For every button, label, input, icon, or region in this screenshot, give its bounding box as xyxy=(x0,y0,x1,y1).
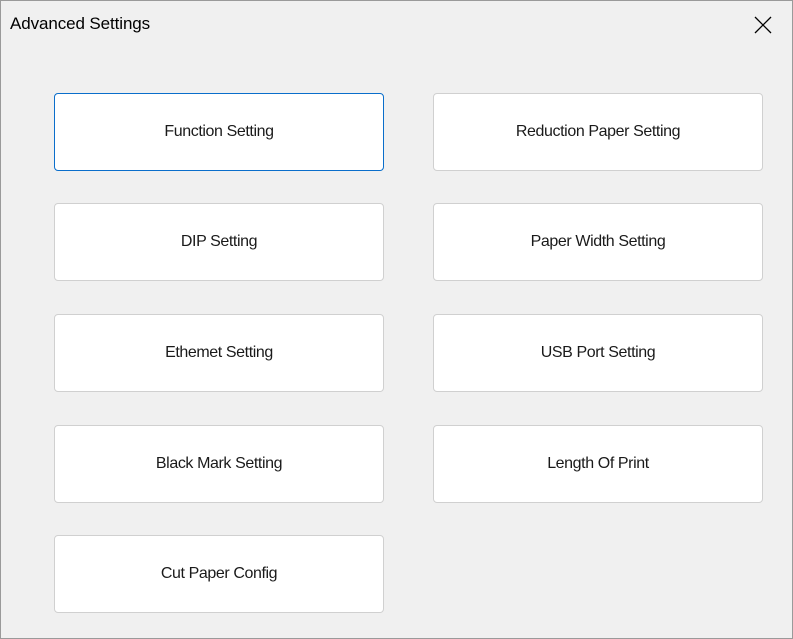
usb-port-setting-button[interactable]: USB Port Setting xyxy=(433,314,763,392)
advanced-settings-dialog: Advanced Settings Function Setting Reduc… xyxy=(0,0,793,639)
ethernet-setting-button[interactable]: Ethemet Setting xyxy=(54,314,384,392)
function-setting-button[interactable]: Function Setting xyxy=(54,93,384,171)
dip-setting-button[interactable]: DIP Setting xyxy=(54,203,384,281)
black-mark-setting-button[interactable]: Black Mark Setting xyxy=(54,425,384,503)
length-of-print-button[interactable]: Length Of Print xyxy=(433,425,763,503)
cut-paper-config-button[interactable]: Cut Paper Config xyxy=(54,535,384,613)
close-button[interactable] xyxy=(749,13,777,37)
paper-width-setting-button[interactable]: Paper Width Setting xyxy=(433,203,763,281)
window-title: Advanced Settings xyxy=(10,14,151,33)
title-bar: Advanced Settings xyxy=(1,1,792,47)
close-icon xyxy=(754,16,772,34)
reduction-paper-setting-button[interactable]: Reduction Paper Setting xyxy=(433,93,763,171)
